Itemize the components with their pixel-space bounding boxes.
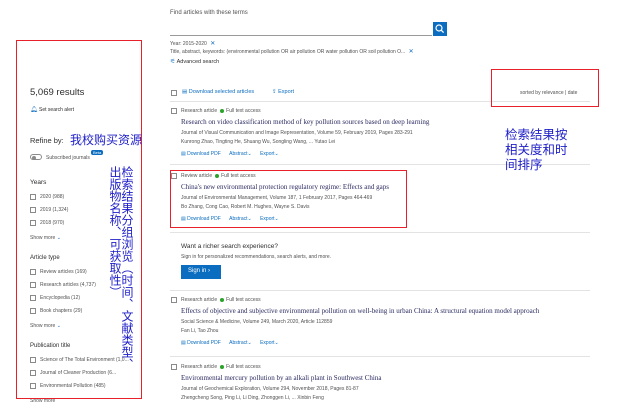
result-1-export[interactable]: Export [260, 151, 274, 157]
pdf-icon: ▤ [181, 340, 186, 346]
chevron-down-icon: ⌄ [247, 340, 252, 346]
open-access-dot-icon [220, 364, 225, 369]
open-access-dot-icon [220, 297, 225, 302]
result-divider [170, 356, 590, 357]
remove-year-filter-icon[interactable]: ✕ [210, 41, 215, 47]
result-3-source: Social Science & Medicine, Volume 249, M… [181, 319, 333, 325]
facets-annotation: 检索结果分组浏览（时间、文献类型、出版物名称、可获取性） [108, 166, 134, 370]
export-icon: ⇪ [272, 89, 277, 95]
result-3-authors: Fan Li, Tao Zhou [181, 328, 219, 334]
advanced-search-label: Advanced search [176, 59, 220, 65]
result-1-source: Journal of Visual Communication and Imag… [181, 130, 413, 136]
result-1-abstract[interactable]: Abstract [229, 151, 247, 157]
promo-text: Sign in for personalized recommendations… [181, 254, 332, 260]
result-4-access: Full text access [226, 364, 261, 370]
open-access-dot-icon [220, 108, 225, 113]
result-3-title[interactable]: Effects of objective and subjective envi… [181, 307, 539, 315]
export-selected-button[interactable]: ⇪ Export [272, 89, 294, 95]
result-1-checkbox[interactable] [171, 108, 177, 114]
download-selected-label: Download selected articles [188, 89, 255, 95]
promo-heading: Want a richer search experience? [181, 243, 278, 250]
result-3-meta: Research article Full text access [181, 297, 261, 303]
result-1-meta: Research article Full text access [181, 108, 261, 114]
search-input[interactable] [170, 22, 432, 36]
result-1-authors: Kunrong Zhao, Tingting He, Shuang Wu, So… [181, 139, 336, 145]
result-4-meta: Research article Full text access [181, 364, 261, 370]
search-icon [435, 24, 445, 34]
result-divider [170, 232, 590, 233]
search-button[interactable] [433, 22, 447, 36]
result-1-access: Full text access [226, 108, 261, 114]
result-3-export[interactable]: Export [260, 340, 274, 346]
search-heading: Find articles with these terms [170, 10, 248, 16]
result-4-authors: Zhengcheng Song, Ping Li, Li Ding, Zhong… [181, 395, 324, 401]
promo-divider [170, 290, 590, 291]
result-3-actions: ▤ Download PDF Abstract ⌄ Export ⌄ [181, 340, 279, 346]
filter-keywords: Title, abstract, keywords: (environmenta… [170, 48, 414, 55]
sign-in-label: Sign in [188, 268, 207, 274]
result-3-access: Full text access [226, 297, 261, 303]
select-all-checkbox[interactable] [171, 90, 177, 96]
result-3-abstract[interactable]: Abstract [229, 340, 247, 346]
remove-keywords-filter-icon[interactable]: ✕ [409, 49, 414, 55]
chevron-down-icon: ⌄ [274, 340, 279, 346]
pdf-icon: ▤ [182, 89, 188, 95]
sort-highlight-box [491, 69, 599, 107]
subscribed-annotation: 我校购买资源 [70, 133, 143, 147]
result-highlight-box [170, 170, 407, 228]
result-1-download-pdf[interactable]: Download PDF [187, 151, 221, 157]
result-3-type: Research article [181, 297, 218, 303]
result-3-checkbox[interactable] [171, 297, 177, 303]
filter-year-label: Year: 2015-2020 [170, 41, 207, 47]
result-1-title[interactable]: Research on video classification method … [181, 118, 429, 126]
download-selected-button[interactable]: ▤ Download selected articles [182, 89, 254, 95]
result-4-type: Research article [181, 364, 218, 370]
pdf-icon: ▤ [181, 151, 186, 157]
result-4-source: Journal of Geochemical Exploration, Volu… [181, 386, 359, 392]
result-4-checkbox[interactable] [171, 364, 177, 370]
export-selected-label: Export [278, 89, 295, 95]
sort-annotation: 检索结果按相关度和时间排序 [505, 127, 568, 172]
result-3-download-pdf[interactable]: Download PDF [187, 340, 221, 346]
sliders-icon: ⚟ [170, 59, 176, 65]
chevron-down-icon: ⌄ [274, 151, 279, 157]
chevron-right-icon: › [208, 268, 211, 274]
filter-year: Year: 2015-2020 ✕ [170, 40, 215, 47]
advanced-search-link[interactable]: ⚟ Advanced search [170, 58, 219, 65]
result-1-type: Research article [181, 108, 218, 114]
filter-keywords-label: Title, abstract, keywords: (environmenta… [170, 49, 406, 55]
sign-in-button[interactable]: Sign in › [181, 265, 221, 279]
result-4-title[interactable]: Environmental mercury pollution by an al… [181, 374, 381, 382]
result-1-actions: ▤ Download PDF Abstract ⌄ Export ⌄ [181, 151, 279, 157]
chevron-down-icon: ⌄ [247, 151, 252, 157]
